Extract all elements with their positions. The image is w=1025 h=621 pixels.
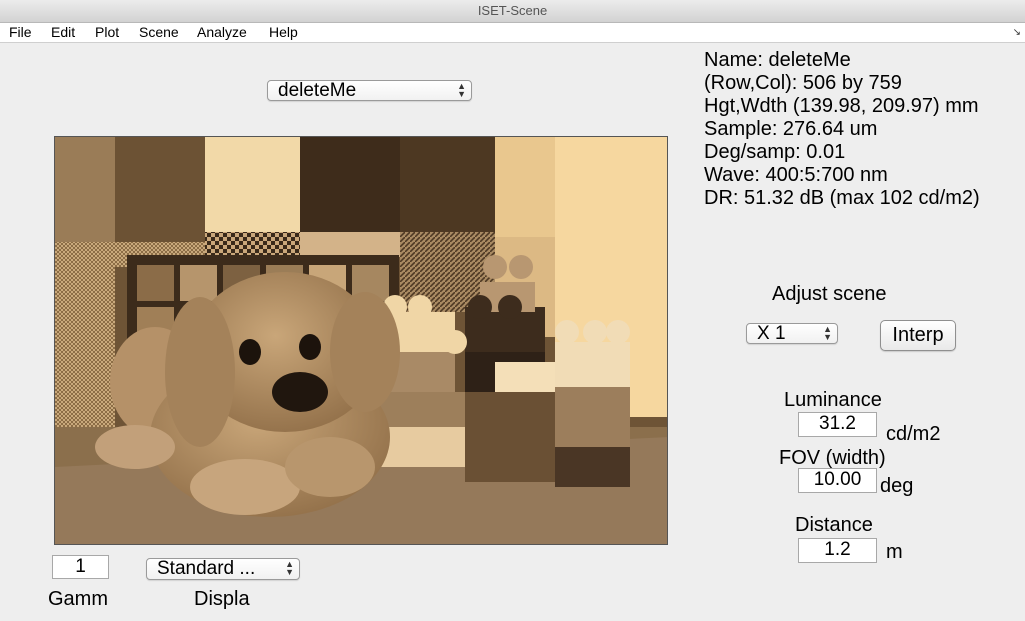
info-rowcol: (Row,Col): 506 by 759 [704, 72, 902, 94]
info-height-width: Hgt,Wdth (139.98, 209.97) mm [704, 95, 979, 117]
gamma-label: Gamm [48, 588, 108, 610]
display-label: Displa [194, 588, 250, 610]
menu-plot[interactable]: Plot [95, 23, 119, 42]
info-dynamic-range: DR: 51.32 dB (max 102 cd/m2) [704, 187, 980, 209]
menu-file[interactable]: File [9, 23, 32, 42]
menu-overflow-icon[interactable]: ↘ [1013, 23, 1021, 42]
scale-selector[interactable]: X 1 ▲ ▼ [746, 323, 838, 344]
info-sample: Sample: 276.64 um [704, 118, 878, 140]
fov-input[interactable]: 10.00 [798, 468, 877, 493]
info-deg-samp: Deg/samp: 0.01 [704, 141, 846, 163]
menu-edit[interactable]: Edit [51, 23, 75, 42]
distance-input[interactable]: 1.2 [798, 538, 877, 563]
scene-selector[interactable]: deleteMe ▲ ▼ [267, 80, 472, 101]
updown-arrows-icon: ▲ ▼ [457, 81, 466, 99]
interp-button[interactable]: Interp [880, 320, 956, 351]
distance-unit: m [886, 541, 903, 563]
menu-analyze[interactable]: Analyze [197, 23, 247, 42]
updown-arrows-icon: ▲ ▼ [285, 559, 294, 577]
distance-label: Distance [795, 514, 873, 536]
luminance-unit: cd/m2 [886, 423, 941, 445]
window-title: ISET-Scene [477, 3, 548, 18]
fov-unit: deg [880, 475, 914, 497]
window-title-bar: ISET-Scene [0, 0, 1025, 23]
luminance-label: Luminance [784, 389, 882, 411]
display-selector-value: Standard ... [157, 558, 256, 579]
scene-image [54, 136, 668, 545]
display-selector[interactable]: Standard ... ▲ ▼ [146, 558, 300, 580]
menu-bar: File Edit Plot Scene Analyze Help ↘ [0, 23, 1025, 43]
info-wave: Wave: 400:5:700 nm [704, 164, 888, 186]
menu-scene[interactable]: Scene [139, 23, 179, 42]
scene-selector-value: deleteMe [278, 80, 357, 101]
luminance-input[interactable]: 31.2 [798, 412, 877, 437]
info-name: Name: deleteMe [704, 49, 851, 71]
scale-selector-value: X 1 [757, 323, 786, 344]
adjust-scene-label: Adjust scene [772, 283, 887, 305]
scene-info-panel: Name: deleteMe (Row,Col): 506 by 759 Hgt… [704, 49, 980, 210]
updown-arrows-icon: ▲ ▼ [823, 324, 832, 342]
gamma-input[interactable]: 1 [52, 555, 109, 579]
menu-help[interactable]: Help [269, 23, 298, 42]
fov-label: FOV (width) [779, 447, 886, 469]
